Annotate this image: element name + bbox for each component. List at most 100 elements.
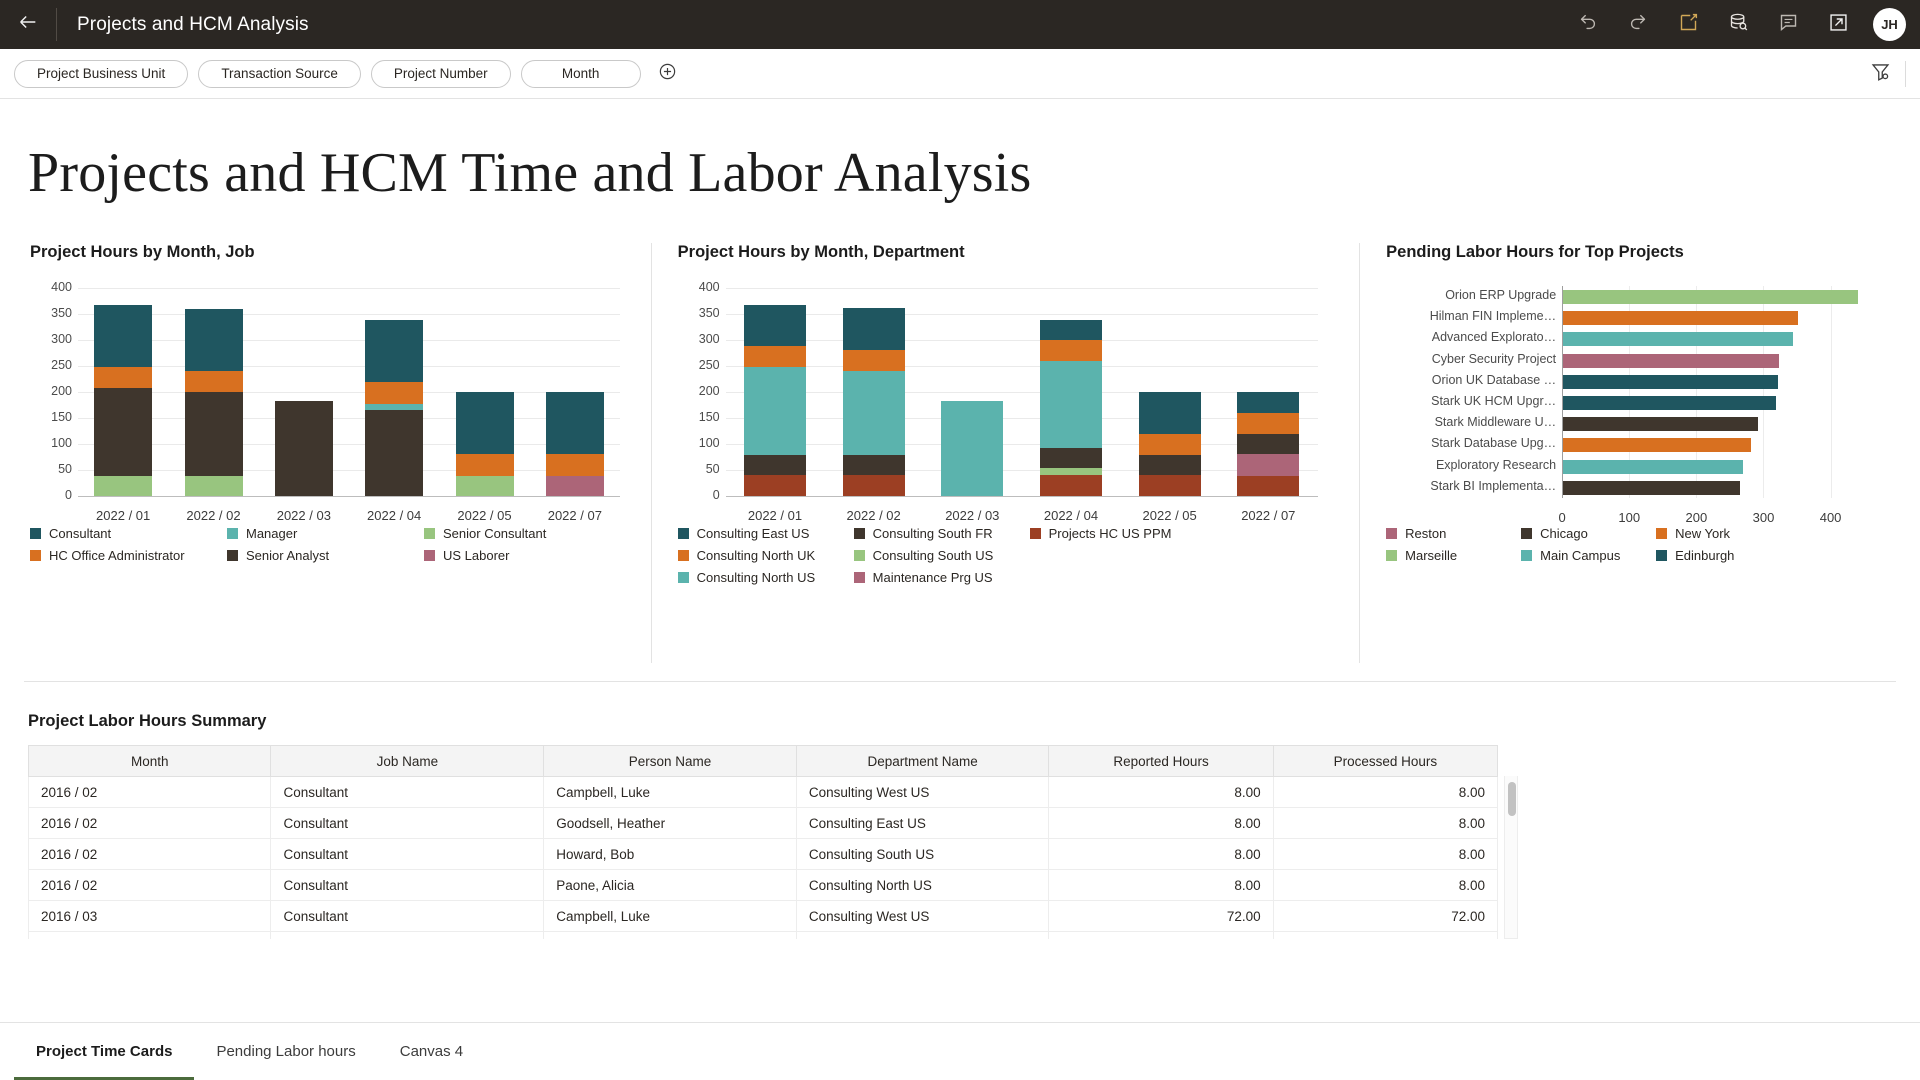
legend-item[interactable]: Senior Consultant [424, 526, 621, 541]
bar-row[interactable] [1563, 481, 1740, 495]
legend-item[interactable]: Consulting North UK [678, 548, 854, 563]
bar-row[interactable] [1563, 396, 1776, 410]
bar-segment[interactable] [456, 476, 514, 497]
bar-segment[interactable] [185, 392, 243, 476]
table-row[interactable]: 2016 / 02ConsultantCampbell, LukeConsult… [29, 777, 1498, 808]
table-row[interactable]: 2016 / 02ConsultantHoward, BobConsulting… [29, 839, 1498, 870]
bar-segment[interactable] [843, 475, 905, 496]
table-row[interactable]: 2016 / 03ConsultantGoodsell, HeatherCons… [29, 932, 1498, 940]
bar-column[interactable] [1237, 288, 1299, 496]
bar-segment[interactable] [94, 305, 152, 367]
bar-segment[interactable] [744, 475, 806, 496]
bar-segment[interactable] [1040, 361, 1102, 448]
bar-row[interactable] [1563, 332, 1793, 346]
bar-row[interactable] [1563, 311, 1798, 325]
bar-row[interactable] [1563, 375, 1778, 389]
legend-item[interactable]: Consulting North US [678, 570, 854, 585]
bar-segment[interactable] [94, 388, 152, 475]
legend-item[interactable]: Consulting South US [854, 548, 1030, 563]
chart-plot-area[interactable]: 0100200300400Orion ERP UpgradeHilman FIN… [1386, 280, 1890, 512]
bar-segment[interactable] [456, 454, 514, 475]
bar-segment[interactable] [546, 454, 604, 475]
filter-chip-1[interactable]: Transaction Source [198, 60, 361, 88]
legend-item[interactable]: Maintenance Prg US [854, 570, 1030, 585]
bar-segment[interactable] [1139, 434, 1201, 455]
chart-plot-area[interactable]: 0501001502002503003504002022 / 012022 / … [678, 280, 1334, 512]
bar-segment[interactable] [1040, 320, 1102, 340]
legend-item[interactable]: Consultant [30, 526, 227, 541]
scrollbar-thumb[interactable] [1508, 782, 1516, 816]
bar-row[interactable] [1563, 354, 1779, 368]
back-button[interactable] [0, 0, 56, 49]
bar-segment[interactable] [1040, 468, 1102, 475]
legend-item[interactable]: Consulting East US [678, 526, 854, 541]
bar-column[interactable] [94, 288, 152, 496]
table-row[interactable]: 2016 / 02ConsultantPaone, AliciaConsulti… [29, 870, 1498, 901]
legend-item[interactable]: Consulting South FR [854, 526, 1030, 541]
legend-item[interactable]: Projects HC US PPM [1030, 526, 1206, 541]
legend-item[interactable]: Marseille [1386, 548, 1521, 563]
bar-segment[interactable] [1237, 454, 1299, 475]
bar-segment[interactable] [744, 305, 806, 346]
legend-item[interactable]: US Laborer [424, 548, 621, 563]
bar-segment[interactable] [1139, 475, 1201, 496]
table-column-header-3[interactable]: Department Name [796, 746, 1049, 777]
bar-segment[interactable] [1040, 340, 1102, 361]
filter-chip-3[interactable]: Month [521, 60, 641, 88]
bar-segment[interactable] [365, 382, 423, 404]
filter-chip-0[interactable]: Project Business Unit [14, 60, 188, 88]
bar-segment[interactable] [456, 392, 514, 454]
legend-item[interactable]: Edinburgh [1656, 548, 1791, 563]
bar-segment[interactable] [94, 476, 152, 497]
legend-item[interactable]: Main Campus [1521, 548, 1656, 563]
table-column-header-0[interactable]: Month [29, 746, 271, 777]
bar-segment[interactable] [843, 308, 905, 350]
bar-column[interactable] [941, 288, 1003, 496]
filter-chip-2[interactable]: Project Number [371, 60, 511, 88]
bar-row[interactable] [1563, 290, 1858, 304]
bar-segment[interactable] [1040, 448, 1102, 468]
bar-column[interactable] [275, 288, 333, 496]
bar-column[interactable] [546, 288, 604, 496]
bar-segment[interactable] [365, 410, 423, 496]
bar-segment[interactable] [365, 404, 423, 410]
edit-button[interactable] [1663, 0, 1713, 49]
bar-segment[interactable] [744, 455, 806, 475]
bar-segment[interactable] [1237, 392, 1299, 413]
bar-segment[interactable] [1237, 476, 1299, 497]
undo-button[interactable] [1563, 0, 1613, 49]
legend-item[interactable]: Manager [227, 526, 424, 541]
bar-column[interactable] [1139, 288, 1201, 496]
bar-segment[interactable] [185, 476, 243, 497]
add-filter-button[interactable] [655, 61, 681, 87]
bar-column[interactable] [843, 288, 905, 496]
bar-column[interactable] [456, 288, 514, 496]
bar-segment[interactable] [185, 309, 243, 371]
bar-segment[interactable] [1237, 434, 1299, 454]
table-row[interactable]: 2016 / 02ConsultantGoodsell, HeatherCons… [29, 808, 1498, 839]
bar-segment[interactable] [1139, 392, 1201, 434]
bar-segment[interactable] [744, 367, 806, 454]
bar-segment[interactable] [1040, 475, 1102, 496]
table-column-header-2[interactable]: Person Name [544, 746, 797, 777]
table-column-header-4[interactable]: Reported Hours [1049, 746, 1273, 777]
bottom-tab-1[interactable]: Pending Labor hours [194, 1023, 377, 1080]
table-column-header-1[interactable]: Job Name [271, 746, 544, 777]
bar-segment[interactable] [941, 401, 1003, 497]
bar-segment[interactable] [365, 320, 423, 382]
filter-settings-button[interactable] [1863, 57, 1897, 91]
bar-row[interactable] [1563, 417, 1758, 431]
bar-segment[interactable] [185, 371, 243, 392]
bar-segment[interactable] [94, 367, 152, 388]
bar-segment[interactable] [546, 392, 604, 454]
avatar[interactable]: JH [1873, 8, 1906, 41]
bar-column[interactable] [1040, 288, 1102, 496]
table-vertical-scrollbar[interactable] [1504, 776, 1518, 939]
legend-item[interactable]: HC Office Administrator [30, 548, 227, 563]
bar-segment[interactable] [843, 455, 905, 475]
bar-segment[interactable] [744, 346, 806, 367]
bar-segment[interactable] [275, 401, 333, 497]
bar-segment[interactable] [843, 371, 905, 455]
bar-segment[interactable] [1237, 413, 1299, 434]
comment-button[interactable] [1763, 0, 1813, 49]
